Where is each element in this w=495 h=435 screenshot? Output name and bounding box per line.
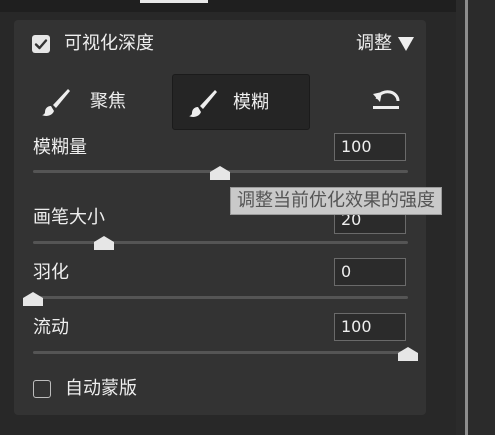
checkmark-icon xyxy=(34,39,48,50)
adjust-dropdown-label[interactable]: 调整 xyxy=(356,32,392,56)
brush-icon xyxy=(189,90,217,117)
top-strip xyxy=(0,0,495,12)
brush-size-label: 画笔大小 xyxy=(33,207,105,228)
visualize-depth-checkbox[interactable] xyxy=(32,35,50,53)
feather-label: 羽化 xyxy=(33,262,69,283)
feather-input[interactable]: 0 xyxy=(334,258,406,286)
brush-size-slider-track[interactable] xyxy=(33,241,408,244)
strength-tooltip: 调整当前优化效果的强度 xyxy=(230,187,442,215)
reset-arrow-icon[interactable] xyxy=(370,86,402,114)
brush-icon xyxy=(42,89,70,116)
feather-slider-thumb[interactable] xyxy=(23,292,43,306)
blur-amount-input[interactable]: 100 xyxy=(334,133,406,161)
flow-label: 流动 xyxy=(33,317,69,338)
visualize-depth-label: 可视化深度 xyxy=(64,33,154,54)
panel-header: 可视化深度 调整 xyxy=(30,32,414,56)
auto-mask-label: 自动蒙版 xyxy=(65,378,137,399)
blur-amount-label: 模糊量 xyxy=(33,137,87,158)
flow-slider-track[interactable] xyxy=(33,351,408,354)
focus-mode-button[interactable]: 聚焦 xyxy=(26,74,166,130)
focus-mode-label: 聚焦 xyxy=(90,91,126,112)
blur-mode-button[interactable]: 模糊 xyxy=(172,74,310,130)
auto-mask-checkbox[interactable] xyxy=(33,380,51,398)
blur-mode-label: 模糊 xyxy=(233,92,269,113)
right-edge-area xyxy=(456,0,495,435)
brush-size-slider-thumb[interactable] xyxy=(94,236,114,250)
feather-slider-track[interactable] xyxy=(33,296,408,299)
blur-amount-slider-thumb[interactable] xyxy=(210,166,230,180)
flow-slider-thumb[interactable] xyxy=(398,347,418,361)
active-tab-indicator xyxy=(140,0,208,3)
panel-scrollbar[interactable] xyxy=(465,0,468,435)
depth-visualization-panel: 可视化深度 调整 聚焦 模糊 模糊量 100 画笔大小 20 羽化 0 流动 1… xyxy=(14,20,426,415)
flow-input[interactable]: 100 xyxy=(334,313,406,341)
triangle-down-icon[interactable] xyxy=(398,37,414,51)
